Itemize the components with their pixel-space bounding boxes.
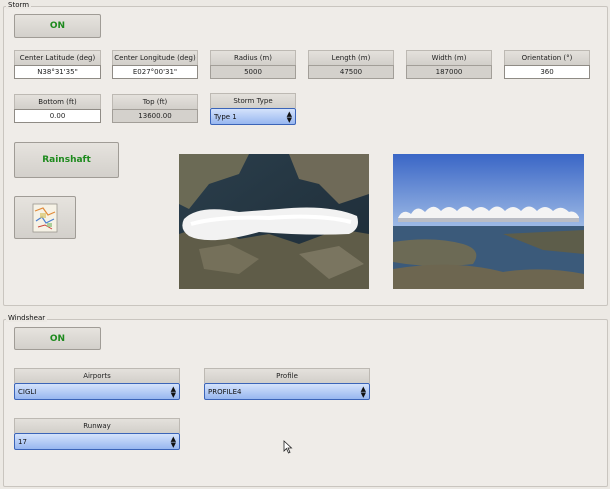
- mouse-cursor-icon: [283, 440, 293, 454]
- center-longitude-input[interactable]: E027°00'31": [112, 65, 198, 79]
- width-value: 187000: [406, 65, 492, 79]
- updown-arrow-icon: ▲ ▼: [286, 109, 292, 124]
- radius-value: 5000: [210, 65, 296, 79]
- storm-type-field: Storm Type Type 1 ▲ ▼: [210, 93, 296, 125]
- runway-value: 17: [18, 437, 27, 446]
- center-latitude-label: Center Latitude (deg): [14, 50, 101, 65]
- map-icon: [32, 203, 58, 232]
- profile-field: Profile PROFILE4 ▲ ▼: [204, 368, 370, 400]
- center-longitude-label: Center Longitude (deg): [112, 50, 198, 65]
- profile-select[interactable]: PROFILE4 ▲ ▼: [204, 383, 370, 400]
- airports-label: Airports: [14, 368, 180, 383]
- storm-on-button[interactable]: ON: [14, 14, 101, 38]
- width-field: Width (m) 187000: [406, 50, 492, 79]
- storm-side-view-image: [393, 154, 584, 289]
- updown-arrow-icon: ▲ ▼: [170, 434, 176, 449]
- top-value: 13600.00: [112, 109, 198, 123]
- updown-arrow-icon: ▲ ▼: [170, 384, 176, 399]
- orientation-input[interactable]: 360: [504, 65, 590, 79]
- width-label: Width (m): [406, 50, 492, 65]
- length-label: Length (m): [308, 50, 394, 65]
- length-field: Length (m) 47500: [308, 50, 394, 79]
- radius-field: Radius (m) 5000: [210, 50, 296, 79]
- storm-type-select[interactable]: Type 1 ▲ ▼: [210, 108, 296, 125]
- top-field: Top (ft) 13600.00: [112, 94, 198, 123]
- runway-label: Runway: [14, 418, 180, 433]
- storm-top-view-image: [179, 154, 369, 289]
- airports-value: CIGLI: [18, 387, 37, 396]
- map-button[interactable]: [14, 196, 76, 239]
- top-label: Top (ft): [112, 94, 198, 109]
- rainshaft-button[interactable]: Rainshaft: [14, 142, 119, 178]
- profile-label: Profile: [204, 368, 370, 383]
- airports-field: Airports CIGLI ▲ ▼: [14, 368, 180, 400]
- profile-value: PROFILE4: [208, 387, 242, 396]
- bottom-label: Bottom (ft): [14, 94, 101, 109]
- windshear-on-button[interactable]: ON: [14, 327, 101, 350]
- length-value: 47500: [308, 65, 394, 79]
- storm-group-title: Storm: [6, 1, 32, 9]
- center-longitude-field: Center Longitude (deg) E027°00'31": [112, 50, 198, 79]
- windshear-group-title: Windshear: [6, 314, 48, 322]
- center-latitude-field: Center Latitude (deg) N38°31'35": [14, 50, 101, 79]
- radius-label: Radius (m): [210, 50, 296, 65]
- bottom-input[interactable]: 0.00: [14, 109, 101, 123]
- storm-type-value: Type 1: [214, 112, 237, 121]
- bottom-field: Bottom (ft) 0.00: [14, 94, 101, 123]
- runway-select[interactable]: 17 ▲ ▼: [14, 433, 180, 450]
- runway-field: Runway 17 ▲ ▼: [14, 418, 180, 450]
- airports-select[interactable]: CIGLI ▲ ▼: [14, 383, 180, 400]
- center-latitude-input[interactable]: N38°31'35": [14, 65, 101, 79]
- storm-type-label: Storm Type: [210, 93, 296, 108]
- orientation-field: Orientation (°) 360: [504, 50, 590, 79]
- orientation-label: Orientation (°): [504, 50, 590, 65]
- updown-arrow-icon: ▲ ▼: [360, 384, 366, 399]
